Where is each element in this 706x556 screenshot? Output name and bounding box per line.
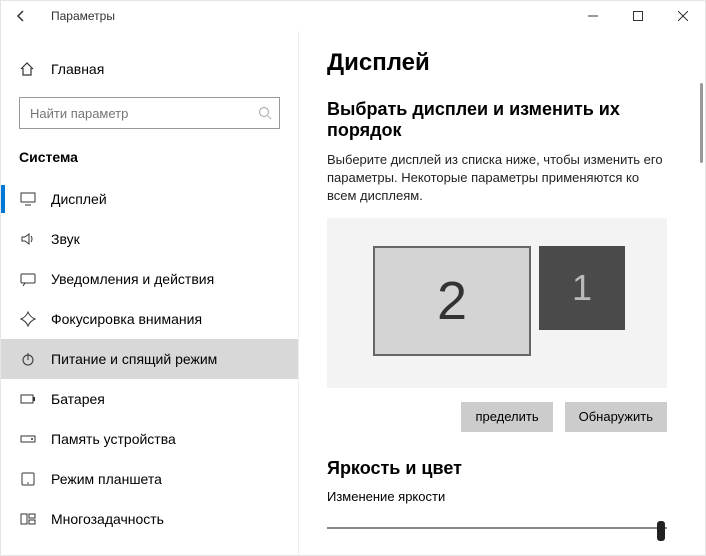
content-area: Дисплей Выбрать дисплеи и изменить их по…: [299, 31, 705, 555]
storage-icon: [19, 430, 37, 448]
battery-icon: [19, 390, 37, 408]
home-link[interactable]: Главная: [1, 51, 298, 87]
brightness-slider[interactable]: [327, 518, 667, 538]
sidebar-item-label: Звук: [51, 231, 80, 247]
sidebar-item-label: Дисплей: [51, 191, 107, 207]
section-heading-brightness: Яркость и цвет: [327, 458, 677, 479]
sidebar-item-battery[interactable]: Батарея: [1, 379, 298, 419]
sidebar-item-focus[interactable]: Фокусировка внимания: [1, 299, 298, 339]
sidebar-item-label: Питание и спящий режим: [51, 351, 217, 367]
focus-icon: [19, 310, 37, 328]
sidebar-item-label: Фокусировка внимания: [51, 311, 202, 327]
maximize-button[interactable]: [615, 1, 660, 31]
sidebar-item-sound[interactable]: Звук: [1, 219, 298, 259]
back-button[interactable]: [9, 4, 33, 28]
sidebar-item-display[interactable]: Дисплей: [1, 179, 298, 219]
display-icon: [19, 190, 37, 208]
search-icon: [258, 106, 272, 120]
monitor-1[interactable]: 1: [539, 246, 625, 330]
section-heading-arrange: Выбрать дисплеи и изменить их порядок: [327, 99, 677, 141]
sidebar: Главная Система Дисплей: [1, 31, 299, 555]
close-button[interactable]: [660, 1, 705, 31]
search-input[interactable]: [19, 97, 280, 129]
multi-icon: [19, 510, 37, 528]
monitor-2[interactable]: 2: [373, 246, 531, 356]
sidebar-item-tablet[interactable]: Режим планшета: [1, 459, 298, 499]
sidebar-item-label: Память устройства: [51, 431, 176, 447]
display-arrangement[interactable]: 2 1: [327, 218, 667, 388]
section-desc-arrange: Выберите дисплей из списка ниже, чтобы и…: [327, 151, 667, 206]
power-icon: [19, 350, 37, 368]
identify-button[interactable]: пределить: [461, 402, 552, 432]
home-icon: [19, 61, 37, 77]
sidebar-item-label: Режим планшета: [51, 471, 162, 487]
titlebar: Параметры: [1, 1, 705, 31]
sound-icon: [19, 230, 37, 248]
sidebar-item-label: Батарея: [51, 391, 105, 407]
sidebar-item-label: Уведомления и действия: [51, 271, 214, 287]
section-title: Система: [1, 143, 298, 179]
sidebar-item-storage[interactable]: Память устройства: [1, 419, 298, 459]
slider-track: [327, 527, 667, 529]
brightness-label: Изменение яркости: [327, 489, 677, 504]
sidebar-item-notifications[interactable]: Уведомления и действия: [1, 259, 298, 299]
slider-thumb[interactable]: [657, 521, 665, 541]
page-title: Дисплей: [327, 49, 677, 77]
sidebar-item-label: Многозадачность: [51, 511, 164, 527]
sidebar-item-power[interactable]: Питание и спящий режим: [1, 339, 298, 379]
sidebar-item-multitask[interactable]: Многозадачность: [1, 499, 298, 539]
notify-icon: [19, 270, 37, 288]
detect-button[interactable]: Обнаружить: [565, 402, 667, 432]
home-label: Главная: [51, 61, 104, 77]
tablet-icon: [19, 470, 37, 488]
nav-list: Дисплей Звук Уведомления и действия: [1, 179, 298, 539]
app-title: Параметры: [51, 9, 115, 23]
minimize-button[interactable]: [570, 1, 615, 31]
scrollbar[interactable]: [700, 83, 703, 163]
